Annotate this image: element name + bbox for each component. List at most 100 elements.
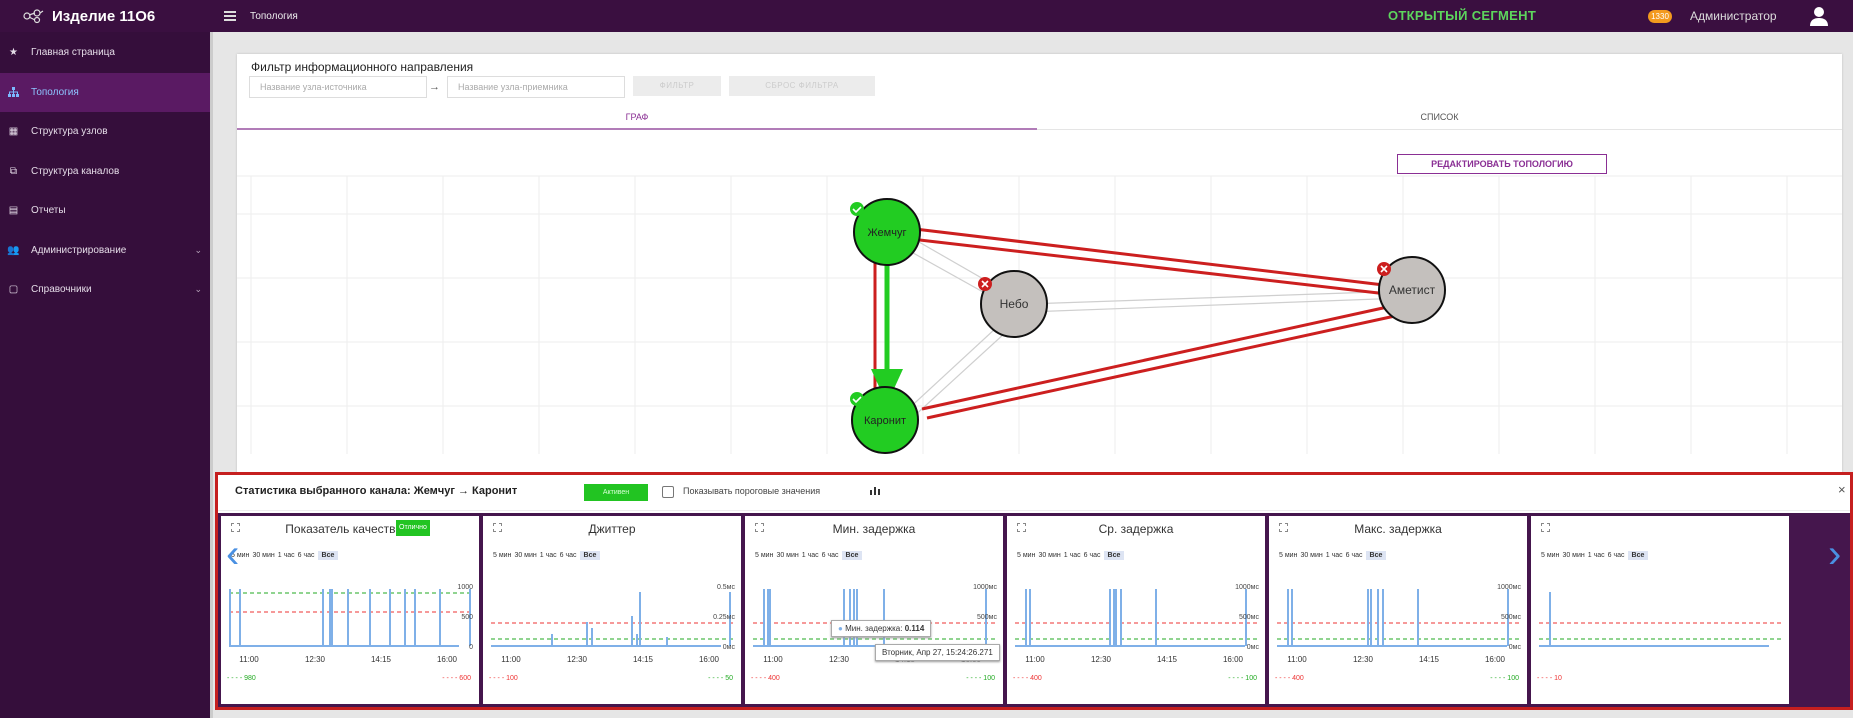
time-range-option[interactable]: 1 час: [1588, 552, 1605, 559]
menu-toggle-icon[interactable]: [224, 11, 236, 21]
time-range-option[interactable]: 5 мин: [493, 552, 511, 559]
show-thresholds-checkbox[interactable]: [662, 486, 674, 498]
time-range-option[interactable]: 1 час: [802, 552, 819, 559]
time-range-option[interactable]: 6 час: [560, 552, 577, 559]
topology-graph[interactable]: Жемчуг Небо Аметист Каронит: [237, 54, 1842, 454]
stats-header: Статистика выбранного канала: Жемчуг → К…: [218, 475, 1850, 511]
metric-panel: Показатель качества Q Отлично 5 мин 30 мин 1…: [221, 516, 479, 704]
x-tick-label: 12:30: [567, 655, 588, 664]
carousel-next-icon[interactable]: ›: [1828, 532, 1841, 577]
time-range-option[interactable]: 1 час: [278, 552, 295, 559]
series-spike: [843, 589, 845, 646]
x-tick-label: 11:00: [501, 655, 521, 664]
time-range-option[interactable]: 6 час: [1608, 552, 1625, 559]
metric-panel: Макс. задержка 5 мин 30 мин 1 час 6 час Все 10…: [1269, 516, 1527, 704]
time-range-option[interactable]: 6 час: [1084, 552, 1101, 559]
node-ametist[interactable]: Аметист: [1377, 256, 1446, 324]
time-range-option[interactable]: 30 мин: [252, 552, 274, 559]
time-range-option[interactable]: 5 мин: [755, 552, 773, 559]
y-tick-label: 500мс: [1501, 614, 1521, 621]
sidebar-item-admin[interactable]: 👥 Администрирование ⌄: [0, 231, 210, 271]
time-range-option[interactable]: 1 час: [1326, 552, 1343, 559]
series-spike: [1291, 589, 1293, 646]
time-range-option[interactable]: 6 час: [822, 552, 839, 559]
time-range-option[interactable]: 6 час: [1346, 552, 1363, 559]
metric-panel: 5 мин 30 мин 1 час 6 час Все - - - - 10: [1531, 516, 1789, 704]
x-tick-label: 12:30: [1091, 655, 1112, 664]
node-karonit[interactable]: Каронит: [850, 386, 919, 454]
user-icon[interactable]: [1808, 5, 1830, 27]
time-range-option[interactable]: Все: [1365, 551, 1387, 560]
time-range-option[interactable]: 30 мин: [1300, 552, 1322, 559]
series-spike: [883, 589, 885, 646]
series-spike: [853, 589, 855, 646]
x-tick-label: 11:00: [239, 655, 259, 664]
series-spike: [849, 589, 851, 646]
node-zhemchug[interactable]: Жемчуг: [850, 198, 921, 266]
bar-chart-icon[interactable]: [870, 485, 880, 495]
user-name[interactable]: Администратор: [1690, 9, 1777, 23]
check-icon: [850, 392, 864, 406]
sidebar-item-nodes[interactable]: ▦ Структура узлов: [0, 112, 210, 152]
time-range-selector: 5 мин 30 мин 1 час 6 час Все: [1279, 551, 1387, 560]
notification-badge[interactable]: 1330: [1648, 10, 1672, 23]
time-range-option[interactable]: Все: [1103, 551, 1125, 560]
x-tick-label: 14:15: [633, 655, 654, 664]
expand-icon[interactable]: [1541, 523, 1550, 532]
show-thresholds-label: Показывать пороговые значения: [683, 486, 821, 496]
node-label: Жемчуг: [868, 227, 907, 239]
time-range-selector: 5 мин 30 мин 1 час 6 час Все: [231, 551, 339, 560]
close-icon[interactable]: ×: [1838, 482, 1846, 497]
y-tick-label: 500мс: [977, 614, 997, 621]
time-range-option[interactable]: Все: [579, 551, 601, 560]
time-range-option[interactable]: 30 мин: [1562, 552, 1584, 559]
legend-right: - - - - 100: [966, 675, 995, 682]
time-range-option[interactable]: Все: [1627, 551, 1649, 560]
brand[interactable]: Изделие 11О6: [0, 8, 210, 25]
metric-chart[interactable]: 1000 500 0 11:00 12:30 14:15 16:00 - - - - 980 -…: [221, 566, 479, 704]
series-spike: [1120, 589, 1122, 646]
metric-panel: Ср. задержка 5 мин 30 мин 1 час 6 час Все 1000…: [1007, 516, 1265, 704]
time-range-selector: 5 мин 30 мин 1 час 6 час Все: [1017, 551, 1125, 560]
time-range-option[interactable]: 30 мин: [514, 552, 536, 559]
sidebar-item-reports[interactable]: ▤ Отчеты: [0, 191, 210, 231]
time-range-option[interactable]: 1 час: [540, 552, 557, 559]
node-nebo[interactable]: Небо: [978, 270, 1048, 338]
time-range-option[interactable]: 6 час: [298, 552, 315, 559]
time-range-option[interactable]: 30 мин: [776, 552, 798, 559]
quality-badge: Отлично: [396, 520, 430, 536]
sidebar-item-home[interactable]: ★ Главная страница: [0, 33, 210, 73]
node-label: Каронит: [864, 415, 906, 427]
tooltip-label: Мин. задержка:: [845, 624, 903, 633]
series-spike: [389, 589, 391, 646]
time-range-option[interactable]: 5 мин: [1017, 552, 1035, 559]
time-range-option[interactable]: 5 мин: [1541, 552, 1559, 559]
metric-chart[interactable]: 0.5мс 0.25мс 0мс 11:00 12:30 14:15 16:00 - - - …: [483, 566, 741, 704]
metric-chart[interactable]: - - - - 10: [1531, 566, 1789, 704]
sidebar-item-references[interactable]: ▢ Справочники ⌄: [0, 270, 210, 310]
series-spike: [591, 628, 593, 646]
time-range-option[interactable]: 30 мин: [1038, 552, 1060, 559]
sidebar-item-label: Топология: [31, 86, 79, 98]
metric-chart[interactable]: 1000мс 500мс 0мс 11:00 12:30 14:15 16:00 - - - …: [1269, 566, 1527, 704]
time-range-selector: 5 мин 30 мин 1 час 6 час Все: [755, 551, 863, 560]
series-spike: [636, 634, 638, 646]
series-spike: [347, 589, 349, 646]
x-tick-label: 14:15: [371, 655, 392, 664]
metric-title: Джиттер: [588, 522, 636, 536]
time-range-option[interactable]: Все: [841, 551, 863, 560]
sidebar-item-channels[interactable]: ⧉ Структура каналов: [0, 152, 210, 192]
series-spike: [369, 589, 371, 646]
carousel-prev-icon[interactable]: ‹: [226, 532, 239, 577]
time-range-option[interactable]: 1 час: [1064, 552, 1081, 559]
time-range-option[interactable]: Все: [317, 551, 339, 560]
time-range-option[interactable]: 5 мин: [1279, 552, 1297, 559]
x-tick-label: 12:30: [305, 655, 326, 664]
sidebar-item-label: Отчеты: [31, 205, 66, 217]
sidebar-item-topology[interactable]: Топология: [0, 72, 210, 112]
metric-chart[interactable]: 1000мс 500мс 0мс 11:00 12:30 14:15 16:00 - - - …: [1007, 566, 1265, 704]
time-range-selector: 5 мин 30 мин 1 час 6 час Все: [493, 551, 601, 560]
report-icon: ▤: [8, 205, 19, 217]
graph-links-red[interactable]: [873, 227, 1396, 420]
users-icon: 👥: [7, 244, 20, 256]
